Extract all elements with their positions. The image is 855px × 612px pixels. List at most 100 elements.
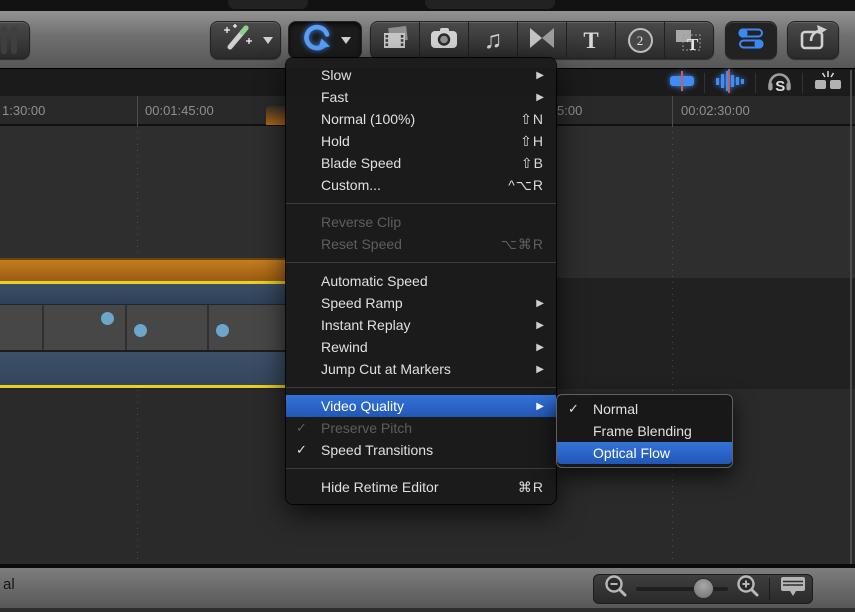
snapping-toggle[interactable] xyxy=(804,71,852,95)
submenu-arrow-icon: ▶ xyxy=(536,298,544,309)
retime-bar[interactable] xyxy=(0,258,286,281)
submenu-item-frame-blending[interactable]: Frame Blending xyxy=(557,420,732,442)
checkmark-icon: ✓ xyxy=(296,442,307,458)
filmstrip-browser-button[interactable] xyxy=(371,22,420,58)
menu-item-hold[interactable]: Hold ⇧H xyxy=(286,130,556,152)
zoom-in-button[interactable] xyxy=(734,573,762,606)
keyframe-dot[interactable] xyxy=(134,324,147,337)
audio-skimming-icon xyxy=(711,68,747,99)
clip-audio-strip[interactable] xyxy=(0,352,286,385)
menu-item-preserve-pitch: ✓ Preserve Pitch xyxy=(286,417,556,439)
menu-item-instant-replay[interactable]: Instant Replay ▶ xyxy=(286,314,556,336)
zoom-control-group xyxy=(593,574,813,604)
menu-item-custom[interactable]: Custom... ^⌥R xyxy=(286,174,556,196)
shortcut: ⇧N xyxy=(520,111,544,128)
submenu-item-normal[interactable]: ✓ Normal xyxy=(557,398,732,420)
timecode-label: 1:30:00 xyxy=(2,103,45,118)
submenu-item-optical-flow[interactable]: Optical Flow xyxy=(557,442,732,464)
menu-item-reverse-clip: Reverse Clip xyxy=(286,211,556,233)
ruler-tick xyxy=(137,96,138,126)
menu-item-speed-transitions[interactable]: ✓ Speed Transitions xyxy=(286,439,556,461)
keyframe-dot[interactable] xyxy=(216,324,229,337)
share-button[interactable] xyxy=(787,21,839,59)
zoom-slider-thumb[interactable] xyxy=(693,578,714,599)
footer-separator xyxy=(769,578,770,600)
shortcut: ⌘R xyxy=(518,479,544,496)
timecode-label: 00:01:45:00 xyxy=(145,103,214,118)
submenu-arrow-icon: ▶ xyxy=(536,401,544,412)
top-strip xyxy=(0,0,855,11)
viewer-bottom-tab xyxy=(425,0,555,9)
gridline xyxy=(672,126,673,564)
fcpx-timeline-window: ♫ T 2 xyxy=(0,0,855,612)
menu-item-hide-retime-editor[interactable]: Hide Retime Editor ⌘R xyxy=(286,476,556,498)
video-quality-submenu: ✓ Normal Frame Blending Optical Flow xyxy=(556,394,733,468)
menu-separator xyxy=(286,262,556,263)
zoom-out-button[interactable] xyxy=(602,573,630,606)
menu-item-jump-cut-at-markers[interactable]: Jump Cut at Markers ▶ xyxy=(286,358,556,380)
media-browser-group: ♫ T 2 xyxy=(370,21,714,59)
menu-separator xyxy=(286,468,556,469)
menu-item-video-quality[interactable]: Video Quality ▶ xyxy=(286,395,556,417)
skimming-toggle[interactable] xyxy=(660,71,703,95)
transitions-browser-button[interactable] xyxy=(518,22,567,58)
shortcut: ⇧H xyxy=(520,133,544,150)
shortcut: ⇧B xyxy=(521,155,544,172)
titles-browser-button[interactable]: T xyxy=(567,22,616,58)
skimming-icon xyxy=(665,68,699,99)
timeline-history-button[interactable] xyxy=(0,21,30,59)
svg-text:T: T xyxy=(687,35,699,54)
themes-icon: T xyxy=(674,27,704,54)
clip-filmstrip[interactable] xyxy=(0,305,286,350)
timecode-label: 5:00 xyxy=(557,103,582,118)
menu-item-rewind[interactable]: Rewind ▶ xyxy=(286,336,556,358)
themes-browser-button[interactable]: T xyxy=(665,22,713,58)
sliders-toggle-icon xyxy=(732,22,770,59)
submenu-arrow-icon: ▶ xyxy=(536,364,544,375)
zoom-slider-track[interactable] xyxy=(636,587,728,591)
ruler-orange-marker xyxy=(266,106,288,125)
timecode-label: 00:02:30:00 xyxy=(681,103,750,118)
footer-truncated-label: al xyxy=(3,576,15,593)
chevron-down-icon xyxy=(341,37,351,44)
filmstrip-icon xyxy=(378,23,412,58)
menu-item-slow[interactable]: Slow ▶ xyxy=(286,64,556,86)
clip-video-strip[interactable] xyxy=(0,284,286,305)
menu-item-blade-speed[interactable]: Blade Speed ⇧B xyxy=(286,152,556,174)
menu-separator xyxy=(286,203,556,204)
clip-selection-border-bottom xyxy=(0,385,286,388)
enhancements-button[interactable] xyxy=(210,21,281,59)
shortcut: ⌥⌘R xyxy=(501,236,544,253)
frame-divider xyxy=(42,305,44,350)
transition-bowtie-icon xyxy=(526,24,558,57)
menu-item-speed-ramp[interactable]: Speed Ramp ▶ xyxy=(286,292,556,314)
clip-appearance-button[interactable] xyxy=(777,573,809,606)
submenu-arrow-icon: ▶ xyxy=(536,92,544,103)
menu-item-normal-100[interactable]: Normal (100%) ⇧N xyxy=(286,108,556,130)
timeline-right-edge xyxy=(850,70,852,564)
svg-text:S: S xyxy=(775,78,785,94)
inspector-toggle-button[interactable] xyxy=(725,21,777,59)
generators-icon: 2 xyxy=(628,28,653,53)
photos-browser-button[interactable] xyxy=(420,22,469,58)
menu-separator xyxy=(286,387,556,388)
checkmark-icon: ✓ xyxy=(296,420,307,436)
audio-skimming-toggle[interactable] xyxy=(705,71,753,95)
submenu-arrow-icon: ▶ xyxy=(536,320,544,331)
retime-button[interactable] xyxy=(288,21,362,59)
generators-browser-button[interactable]: 2 xyxy=(616,22,665,58)
submenu-arrow-icon: ▶ xyxy=(536,342,544,353)
retime-menu: Slow ▶ Fast ▶ Normal (100%) ⇧N Hold ⇧H B… xyxy=(286,58,556,504)
frame-divider xyxy=(125,305,127,350)
snapping-icon xyxy=(810,68,846,99)
retime-icon xyxy=(300,21,334,60)
checkmark-icon: ✓ xyxy=(568,401,579,417)
music-browser-button[interactable]: ♫ xyxy=(469,22,518,58)
keyframe-dot[interactable] xyxy=(101,312,114,325)
viewer-bottom-tab xyxy=(228,0,308,9)
menu-item-fast[interactable]: Fast ▶ xyxy=(286,86,556,108)
menu-item-automatic-speed[interactable]: Automatic Speed xyxy=(286,270,556,292)
solo-toggle[interactable]: S xyxy=(757,71,801,95)
magic-wand-icon xyxy=(218,22,256,59)
submenu-arrow-icon: ▶ xyxy=(536,70,544,81)
